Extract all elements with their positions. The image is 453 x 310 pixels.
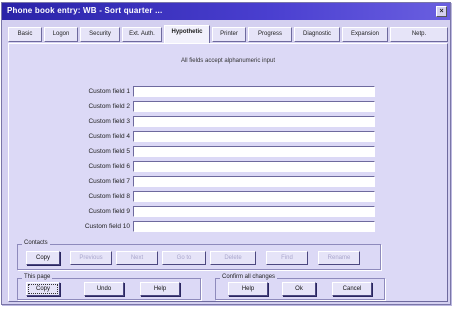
tab-panel: All fields accept alphanumeric input Cus…	[8, 43, 448, 302]
custom-field-6-input[interactable]	[133, 161, 375, 172]
custom-field-8-input[interactable]	[133, 191, 375, 202]
tab-ext-auth[interactable]: Ext. Auth.	[122, 27, 162, 42]
tab-basic[interactable]: Basic	[8, 27, 42, 42]
custom-field-label: Custom field 9	[88, 208, 130, 215]
custom-field-label: Custom field 8	[88, 193, 130, 200]
custom-field-1-input[interactable]	[133, 86, 375, 97]
custom-field-9-input[interactable]	[133, 206, 375, 217]
custom-field-2-input[interactable]	[133, 101, 375, 112]
custom-field-row: Custom field 9	[9, 206, 449, 218]
contacts-find-button[interactable]: Find	[266, 251, 308, 265]
tab-progress[interactable]: Progress	[248, 27, 292, 42]
this-page-group: This page Copy Undo Help	[17, 274, 201, 300]
confirm-changes-group: Confirm all changes Help Ok Cancel	[215, 274, 385, 300]
confirm-changes-legend: Confirm all changes	[220, 274, 278, 280]
custom-field-label: Custom field 10	[84, 223, 130, 230]
this-page-help-button[interactable]: Help	[140, 282, 180, 296]
custom-field-label: Custom field 6	[88, 163, 130, 170]
custom-field-row: Custom field 5	[9, 146, 449, 158]
contacts-rename-button[interactable]: Rename	[318, 251, 360, 265]
contacts-next-button[interactable]: Next	[116, 251, 158, 265]
custom-field-3-input[interactable]	[133, 116, 375, 127]
tab-security[interactable]: Security	[80, 27, 120, 42]
contacts-legend: Contacts	[22, 240, 50, 246]
custom-field-5-input[interactable]	[133, 146, 375, 157]
dialog-window: Phone book entry: WB - Sort quarter ... …	[1, 2, 451, 305]
custom-field-7-input[interactable]	[133, 176, 375, 187]
close-button[interactable]: ×	[436, 6, 447, 17]
custom-field-row: Custom field 10	[9, 221, 449, 233]
custom-field-label: Custom field 1	[88, 88, 130, 95]
cancel-button[interactable]: Cancel	[332, 282, 372, 296]
this-page-legend: This page	[22, 274, 53, 280]
custom-field-row: Custom field 4	[9, 131, 449, 143]
tab-printer[interactable]: Printer	[212, 27, 246, 42]
contacts-group: Contacts Copy Previous Next Go to Delete…	[17, 240, 381, 270]
confirm-help-button[interactable]: Help	[228, 282, 268, 296]
tab-diagnostic[interactable]: Diagnostic	[294, 27, 340, 42]
custom-field-row: Custom field 8	[9, 191, 449, 203]
fields-note: All fields accept alphanumeric input	[180, 58, 276, 64]
tab-strip: Basic Logon Security Ext. Auth. Hypothet…	[8, 25, 450, 43]
undo-button[interactable]: Undo	[84, 282, 124, 296]
window-title: Phone book entry: WB - Sort quarter ...	[7, 6, 163, 15]
custom-field-label: Custom field 5	[88, 148, 130, 155]
custom-field-row: Custom field 3	[9, 116, 449, 128]
tab-expansion[interactable]: Expansion	[342, 27, 388, 42]
custom-field-label: Custom field 7	[88, 178, 130, 185]
contacts-copy-button[interactable]: Copy	[26, 251, 60, 265]
this-page-copy-button[interactable]: Copy	[26, 282, 60, 296]
contacts-goto-button[interactable]: Go to	[162, 251, 206, 265]
tab-netp[interactable]: Netp.	[390, 27, 448, 42]
custom-field-row: Custom field 7	[9, 176, 449, 188]
custom-field-label: Custom field 4	[88, 133, 130, 140]
custom-field-row: Custom field 6	[9, 161, 449, 173]
title-bar[interactable]: Phone book entry: WB - Sort quarter ... …	[2, 3, 450, 20]
ok-button[interactable]: Ok	[282, 282, 316, 296]
custom-field-row: Custom field 2	[9, 101, 449, 113]
custom-field-10-input[interactable]	[133, 221, 375, 232]
custom-field-label: Custom field 2	[88, 103, 130, 110]
contacts-previous-button[interactable]: Previous	[70, 251, 112, 265]
custom-field-row: Custom field 1	[9, 86, 449, 98]
tab-hypothetic[interactable]: Hypothetic	[164, 25, 210, 43]
contacts-delete-button[interactable]: Delete	[210, 251, 256, 265]
tab-logon[interactable]: Logon	[44, 27, 78, 42]
custom-field-label: Custom field 3	[88, 118, 130, 125]
custom-field-4-input[interactable]	[133, 131, 375, 142]
